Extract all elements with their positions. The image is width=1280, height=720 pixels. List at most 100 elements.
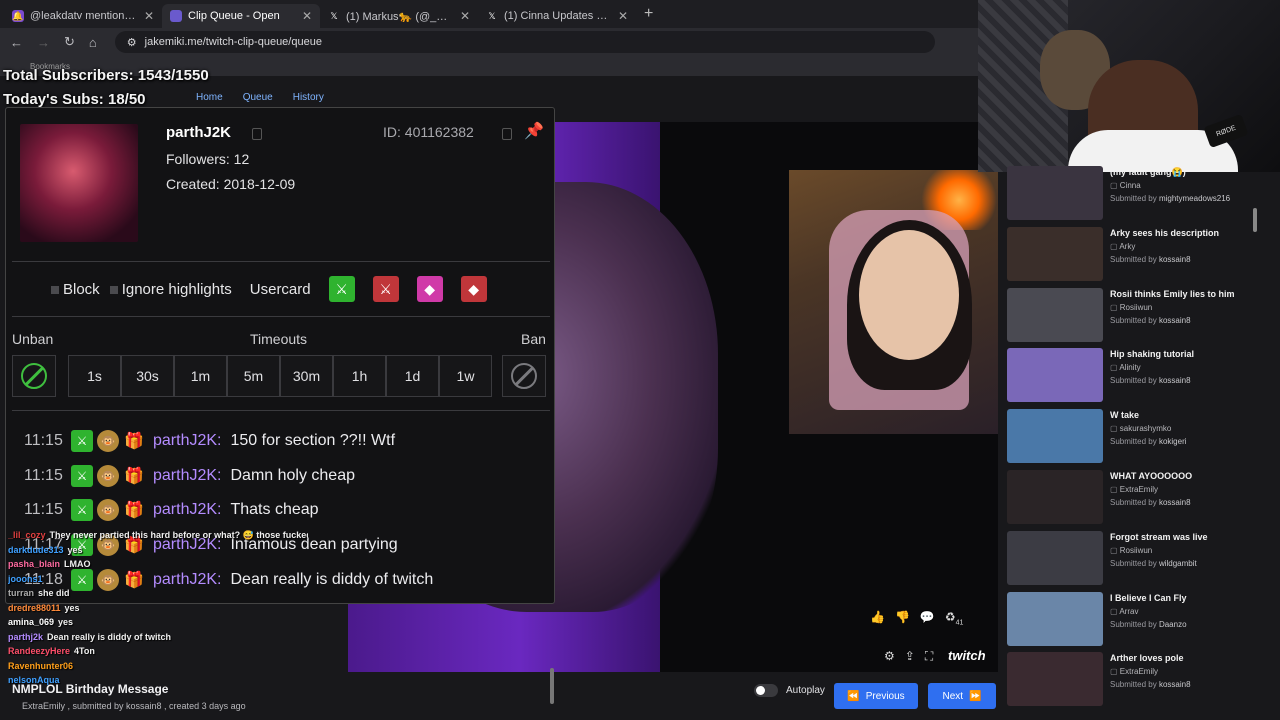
clip-title: I Believe I Can Fly	[1110, 592, 1187, 603]
unmod-sword-icon[interactable]: ⚔	[372, 276, 399, 302]
reaction-icon[interactable]: ♻41	[945, 610, 964, 626]
timeout-30m-button[interactable]: 30m	[280, 355, 333, 397]
close-tab-icon[interactable]: ✕	[460, 9, 470, 23]
timeout-1s-button[interactable]: 1s	[68, 355, 121, 397]
url-field[interactable]: ⚙ jakemiki.me/twitch-clip-queue/queue	[114, 31, 935, 53]
overlay-chat-text: 4Ton	[74, 646, 95, 656]
toggle-switch[interactable]	[754, 684, 778, 697]
ignore-highlights-checkbox[interactable]: Ignore highlights	[109, 281, 232, 298]
clip-list-item[interactable]: Hip shaking tutorialAlinity Submitted by …	[1000, 348, 1262, 404]
site-info-icon[interactable]: ⚙	[127, 36, 137, 49]
close-tab-icon[interactable]: ✕	[618, 9, 628, 23]
pin-icon[interactable]: 📌	[524, 121, 544, 141]
clip-thumbnail[interactable]	[1007, 226, 1103, 281]
avatar	[20, 124, 138, 242]
home-icon[interactable]: ⌂	[89, 35, 97, 50]
stream-chat-overlay: _lil_cozy They never partied this hard be…	[8, 528, 308, 688]
clip-list-item[interactable]: I Believe I Can Fly ArravSubmitted by Daa…	[1000, 591, 1262, 648]
clip-submitter: Submitted by kossain8	[1110, 315, 1191, 325]
clip-thumbnail[interactable]	[1007, 591, 1103, 646]
usercard-button[interactable]: Usercard	[250, 281, 311, 298]
reload-icon[interactable]: ↻	[64, 34, 75, 50]
overlay-chat-line: jooons1	[8, 572, 308, 587]
message-username[interactable]: parthJ2K:	[153, 501, 221, 519]
clip-thumbnail[interactable]	[1007, 287, 1103, 342]
message-text: Thats cheap	[230, 501, 319, 519]
clip-thumbnail[interactable]	[1007, 470, 1103, 524]
autoplay-toggle[interactable]: Autoplay	[754, 684, 825, 697]
forward-icon[interactable]: →	[37, 35, 50, 50]
settings-icon[interactable]: ⚙	[884, 649, 895, 664]
overlay-chat-line: dredre88011 yes	[8, 601, 308, 616]
clip-list-item[interactable]: (my fault gang😭) Cinna Submitted by mighty…	[1000, 166, 1262, 222]
new-tab-icon[interactable]: +	[644, 5, 653, 23]
user-id: ID: 401162382	[383, 124, 474, 140]
nav-queue[interactable]: Queue	[243, 92, 273, 103]
overlay-chat-username: darkdude313	[8, 544, 64, 555]
clip-list-item[interactable]: WHAT AYOOOOOO ExtraEmily Submitted by koss…	[1000, 470, 1262, 526]
next-button[interactable]: Next ⏩	[928, 683, 996, 709]
overlay-chat-username: dredre88011	[8, 602, 61, 613]
message-scrollbar[interactable]	[550, 668, 554, 704]
ban-button[interactable]	[502, 355, 546, 397]
overlay-chat-text: she did	[38, 588, 70, 598]
clip-list-item[interactable]: Forgot stream was live RosiiwunSubmitted …	[1000, 530, 1262, 587]
timeout-5m-button[interactable]: 5m	[227, 355, 280, 397]
clip-thumbnail[interactable]	[1007, 166, 1103, 220]
ban-label: Ban	[521, 331, 546, 347]
overlay-chat-line: turran she did	[8, 586, 308, 601]
thumbs-up-icon[interactable]: 👍	[870, 610, 885, 626]
browser-tab-active[interactable]: Clip Queue - Open ✕	[162, 4, 320, 28]
clip-submitter: Submitted by kossain8	[1110, 498, 1191, 507]
current-clip-title: NMPLOL Birthday Message	[12, 682, 169, 696]
clip-list-item[interactable]: Rosii thinks Emily lies to him RosiiwunSu…	[1000, 287, 1262, 344]
browser-tab[interactable]: 𝕏 (1) Markus🐆 (@_markusking) ✕	[320, 4, 478, 28]
thumbs-down-icon[interactable]: 👎	[895, 610, 910, 626]
browser-tab[interactable]: 🔔 @leakdatv mentioned you ✕	[4, 4, 162, 28]
clip-thumbnail[interactable]	[1007, 530, 1103, 585]
vip-diamond-icon[interactable]: ◆	[416, 276, 443, 302]
clip-list-item[interactable]: Arky sees his description ArkySubmitted b…	[1000, 226, 1262, 283]
browser-tab[interactable]: 𝕏 (1) Cinna Updates on X: "SON ✕	[478, 4, 636, 28]
comment-icon[interactable]: 💬	[920, 610, 935, 626]
overlay-chat-line: parthj2k Dean really is diddy of twitch	[8, 630, 308, 645]
timeout-1w-button[interactable]: 1w	[439, 355, 492, 397]
share-icon[interactable]: ⇪	[905, 649, 915, 664]
clip-list-scrollbar[interactable]	[1253, 208, 1257, 232]
fullscreen-icon[interactable]: ⛶	[925, 649, 933, 664]
message-time: 11:15	[24, 466, 63, 484]
clip-list-item[interactable]: W takesakurashymko Submitted by kokigeri	[1000, 409, 1262, 465]
overlay-chat-text: yes	[67, 544, 83, 555]
clip-list-item[interactable]: Arther loves poleExtraEmily Submitted by …	[1000, 652, 1262, 708]
moderator-badge-icon: ⚔	[71, 430, 93, 453]
clip-channel: Cinna	[1110, 179, 1260, 192]
copy-icon[interactable]	[502, 128, 512, 140]
unban-button[interactable]	[12, 355, 56, 397]
timeout-1m-button[interactable]: 1m	[174, 355, 227, 397]
clip-thumbnail[interactable]	[1007, 409, 1103, 464]
video-webcam-inset	[789, 170, 998, 434]
video-bottom-controls: ⚙ ⇪ ⛶	[884, 649, 933, 664]
back-icon[interactable]: ←	[10, 35, 23, 50]
clip-submitter: Submitted by kossain8	[1110, 680, 1191, 690]
close-tab-icon[interactable]: ✕	[144, 9, 154, 23]
clip-thumbnail[interactable]	[1007, 652, 1103, 707]
message-username[interactable]: parthJ2K:	[153, 432, 221, 450]
timeout-30s-button[interactable]: 30s	[121, 355, 174, 397]
block-checkbox[interactable]: Block	[51, 281, 100, 298]
username[interactable]: parthJ2K	[166, 124, 231, 141]
clipqueue-icon	[170, 10, 182, 22]
twitch-logo[interactable]: twitch	[948, 648, 986, 663]
clip-thumbnail[interactable]	[1007, 348, 1103, 403]
mod-sword-icon[interactable]: ⚔	[328, 276, 355, 302]
unban-label: Unban	[12, 331, 54, 347]
timeout-1d-button[interactable]: 1d	[386, 355, 439, 397]
browser-tab-bar: 🔔 @leakdatv mentioned you ✕ Clip Queue -…	[0, 0, 978, 28]
copy-icon[interactable]	[252, 128, 262, 140]
close-tab-icon[interactable]: ✕	[302, 9, 312, 23]
message-username[interactable]: parthJ2K:	[153, 467, 221, 485]
nav-history[interactable]: History	[293, 92, 324, 103]
unvip-diamond-icon[interactable]: ◆	[460, 276, 487, 302]
timeout-1h-button[interactable]: 1h	[333, 355, 386, 397]
previous-button[interactable]: ⏪ Previous	[834, 683, 918, 709]
